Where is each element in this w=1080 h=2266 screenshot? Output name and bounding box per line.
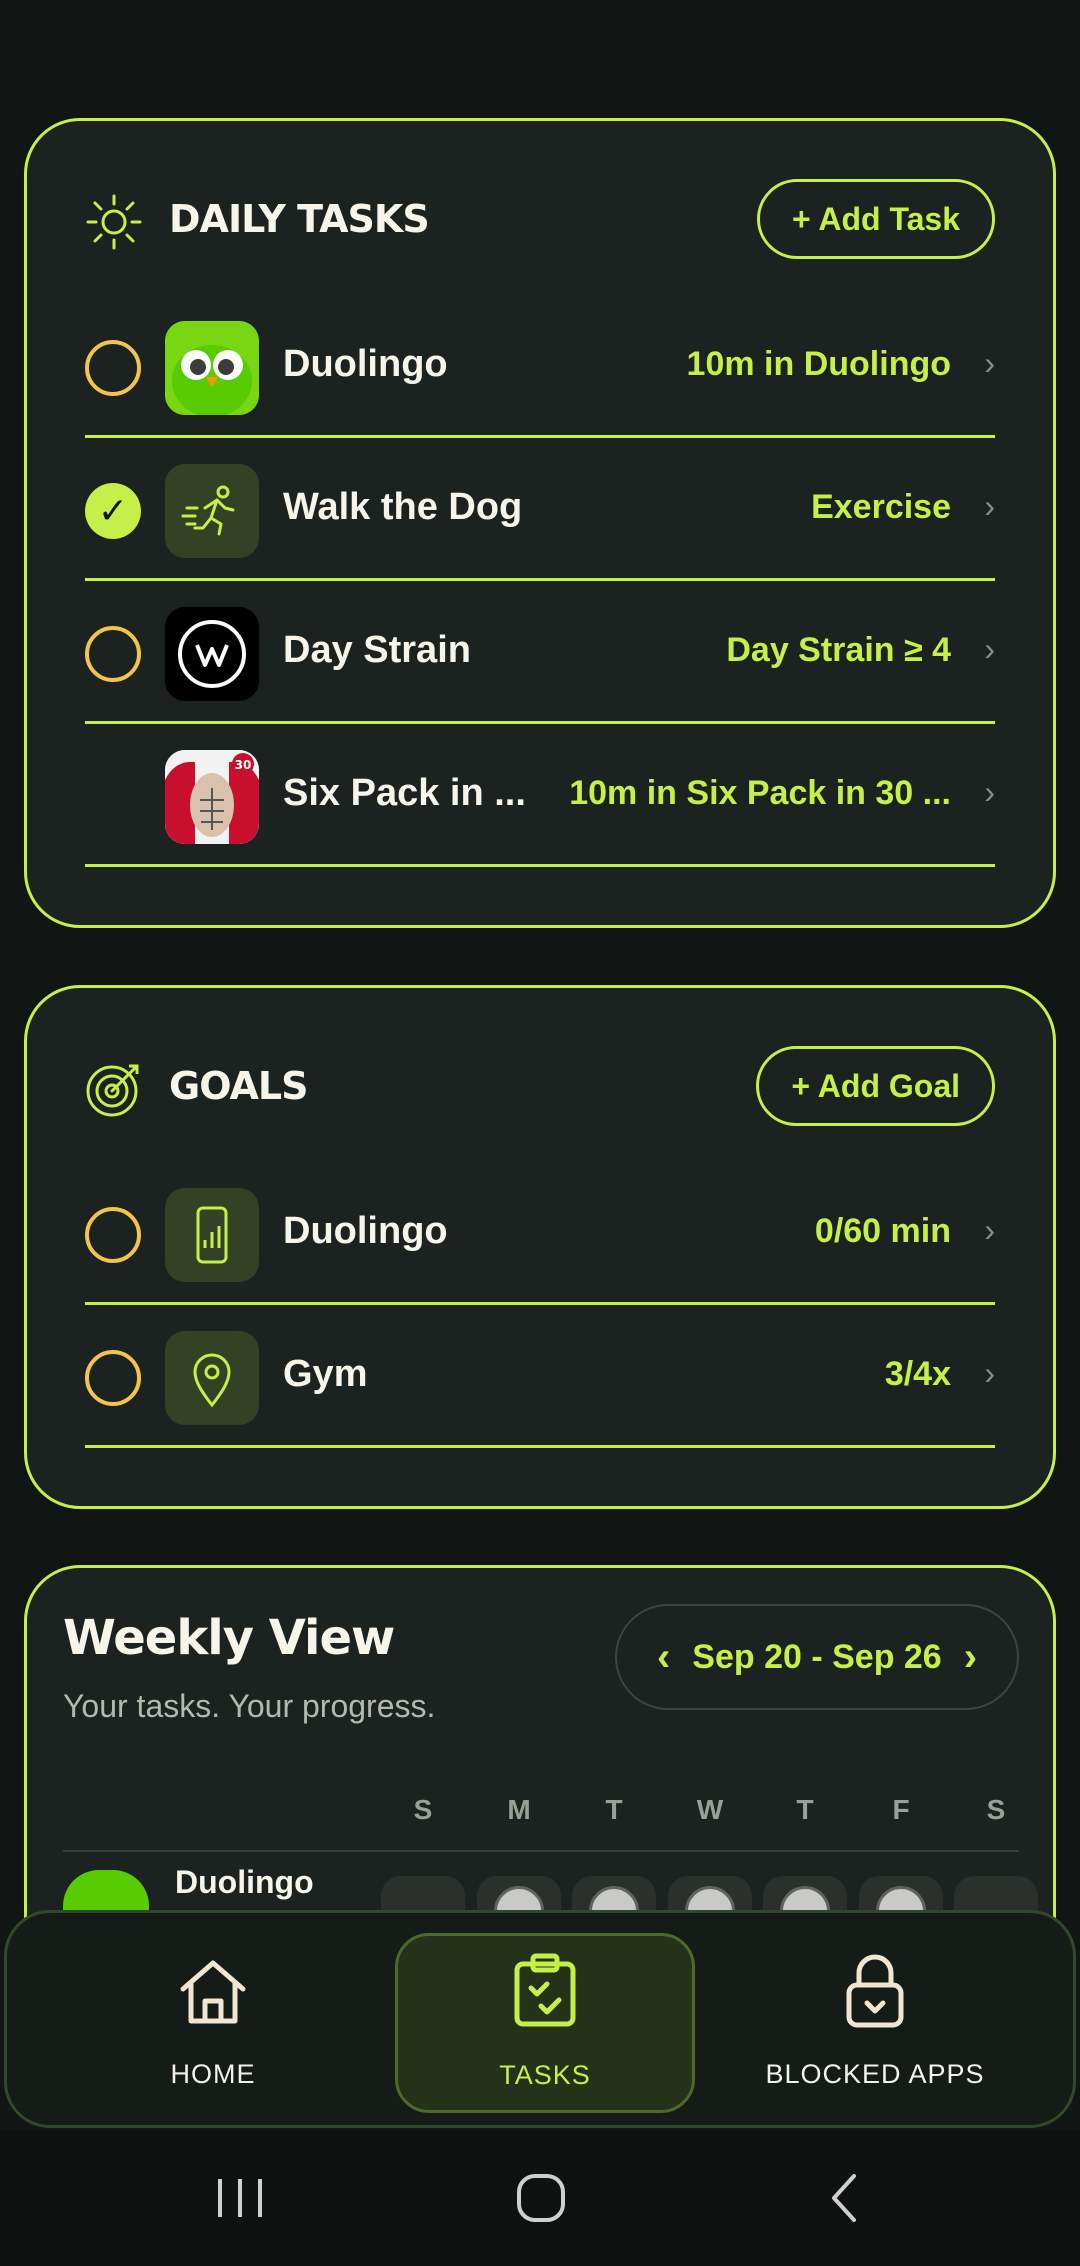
goals-header: GOALS + Add Goal	[85, 1046, 995, 1132]
weekly-view-subtitle: Your tasks. Your progress.	[63, 1688, 436, 1724]
chevron-right-icon: ›	[984, 1355, 995, 1391]
daily-tasks-title: DAILY TASKS	[169, 197, 430, 241]
goal-name: Gym	[283, 1353, 368, 1395]
phone-usage-icon	[165, 1188, 259, 1282]
prev-week-button[interactable]: ‹	[657, 1635, 670, 1680]
back-icon[interactable]	[820, 2168, 870, 2228]
goal-name: Duolingo	[283, 1210, 448, 1252]
task-name: Six Pack in ...	[283, 772, 526, 814]
task-checkbox[interactable]	[85, 626, 141, 682]
weekday-header: S M T W T F S	[63, 1794, 1019, 1852]
weekday-label: M	[507, 1794, 531, 1825]
task-name: Day Strain	[283, 629, 471, 671]
weekly-task-name: Duolingo	[175, 1864, 314, 1900]
task-row-walk-the-dog[interactable]: ✓ Walk the Dog Exercise ›	[85, 436, 995, 581]
weekday-label: S	[413, 1794, 433, 1825]
duolingo-owl-icon	[165, 321, 259, 415]
chevron-right-icon: ›	[984, 631, 995, 667]
task-target: Exercise	[811, 488, 951, 526]
task-name: Duolingo	[283, 343, 448, 385]
location-pin-icon	[165, 1331, 259, 1425]
task-target: Day Strain ≥ 4	[726, 631, 951, 669]
sun-icon	[86, 194, 142, 250]
task-row-day-strain[interactable]: Day Strain Day Strain ≥ 4 ›	[85, 579, 995, 724]
task-row-six-pack[interactable]: 30 Six Pack in ... 10m in Six Pack in 30…	[85, 722, 995, 867]
weekday-label: S	[986, 1794, 1006, 1825]
goal-progress: 0/60 min	[814, 1212, 951, 1250]
week-range-label: Sep 20 - Sep 26	[692, 1637, 942, 1676]
weekday-label: T	[605, 1794, 623, 1825]
home-icon	[180, 1960, 246, 2024]
task-target: 10m in Six Pack in 30 ...	[569, 774, 951, 812]
add-task-button[interactable]: + Add Task	[756, 179, 995, 259]
weekday-label: W	[696, 1794, 724, 1825]
daily-tasks-header: DAILY TASKS + Add Task	[85, 179, 995, 265]
chevron-right-icon: ›	[984, 774, 995, 810]
task-target: 10m in Duolingo	[686, 345, 951, 383]
target-icon	[86, 1064, 139, 1117]
daily-tasks-card: DAILY TASKS + Add Task Duolingo 10m in D…	[24, 118, 1056, 928]
chevron-right-icon: ›	[984, 488, 995, 524]
nav-home[interactable]: HOME	[63, 1913, 363, 2125]
goal-progress: 3/4x	[884, 1355, 951, 1393]
home-button-icon[interactable]	[511, 2168, 571, 2228]
chevron-right-icon: ›	[984, 345, 995, 381]
nav-label: TASKS	[499, 2060, 591, 2090]
task-name: Walk the Dog	[283, 486, 523, 528]
goal-checkbox[interactable]	[85, 1207, 141, 1263]
recent-apps-icon[interactable]	[210, 2173, 270, 2223]
clipboard-check-icon	[514, 1953, 576, 2027]
task-row-duolingo[interactable]: Duolingo 10m in Duolingo ›	[85, 293, 995, 438]
nav-tasks[interactable]: TASKS	[395, 1933, 695, 2113]
nav-blocked-apps[interactable]: BLOCKED APPS	[725, 1913, 1025, 2125]
svg-text:30: 30	[235, 758, 252, 772]
system-nav-bar	[0, 2130, 1080, 2266]
running-person-icon	[165, 464, 259, 558]
lock-icon	[846, 1954, 904, 2028]
add-goal-button[interactable]: + Add Goal	[756, 1046, 995, 1126]
goals-card: GOALS + Add Goal Duolingo 0/60 min › Gym…	[24, 985, 1056, 1509]
goals-title: GOALS	[169, 1064, 308, 1108]
duolingo-owl-graphic	[165, 321, 259, 415]
task-checkbox-checked[interactable]: ✓	[85, 483, 141, 539]
nav-label: BLOCKED APPS	[765, 2059, 985, 2089]
nav-label: HOME	[170, 2059, 256, 2089]
weekly-view-title: Weekly View	[63, 1610, 395, 1666]
chevron-right-icon: ›	[984, 1212, 995, 1248]
goal-row-duolingo[interactable]: Duolingo 0/60 min ›	[85, 1160, 995, 1305]
goal-checkbox[interactable]	[85, 1350, 141, 1406]
bottom-nav: HOME TASKS BLOCKED APPS	[4, 1910, 1076, 2128]
task-checkbox[interactable]	[85, 340, 141, 396]
weekday-label: F	[892, 1794, 910, 1825]
week-range-selector: ‹ Sep 20 - Sep 26 ›	[615, 1604, 1019, 1710]
weekday-label: T	[796, 1794, 814, 1825]
next-week-button[interactable]: ›	[964, 1635, 977, 1680]
whoop-logo-icon	[165, 607, 259, 701]
sixpack-app-icon: 30	[165, 750, 259, 844]
goal-row-gym[interactable]: Gym 3/4x ›	[85, 1303, 995, 1448]
